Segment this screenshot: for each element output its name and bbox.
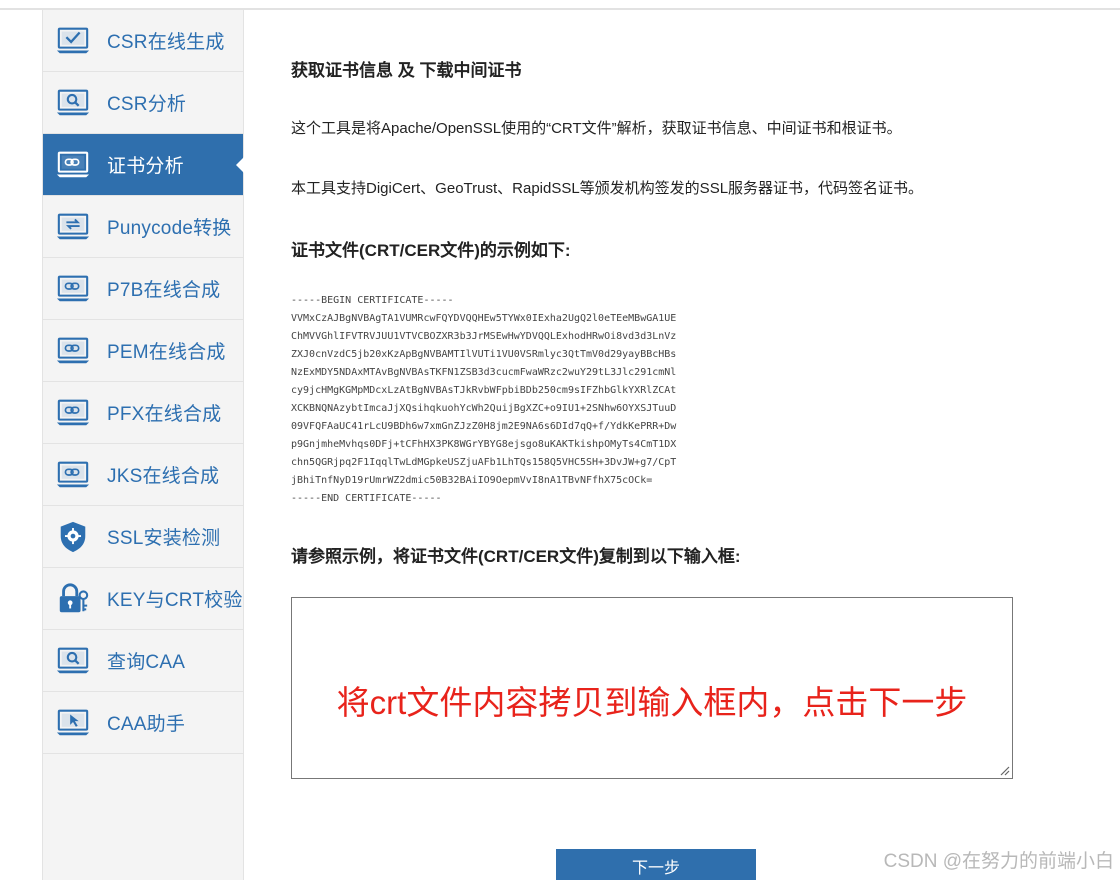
tool-description: 这个工具是将Apache/OpenSSL使用的“CRT文件”解析，获取证书信息、…: [291, 120, 902, 137]
sidebar-item-label: P7B在线合成: [107, 280, 221, 301]
instruction-heading: 请参照示例，将证书文件(CRT/CER文件)复制到以下输入框:: [291, 547, 741, 566]
monitor-link-icon: [55, 147, 91, 183]
sidebar-item-key-crt-9[interactable]: KEY与CRT校验: [43, 568, 243, 630]
sidebar-item-item-2[interactable]: 证书分析: [43, 134, 244, 196]
monitor-search-icon: [55, 643, 91, 679]
sidebar-item-ssl-8[interactable]: SSL安装检测: [43, 506, 243, 568]
sidebar-item-label: JKS在线合成: [107, 466, 220, 487]
sidebar-item-punycode-3[interactable]: Punycode转换: [43, 196, 243, 258]
monitor-link-icon: [55, 271, 91, 307]
sidebar-item-label: 证书分析: [107, 156, 184, 177]
sidebar-item-label: CAA助手: [107, 714, 186, 735]
sidebar-nav: CSR在线生成 CSR分析证书分析 Punycode转换 P7B在线合成 PEM在线合成…: [42, 10, 244, 880]
watermark: CSDN @在努力的前端小白: [883, 851, 1114, 872]
sidebar-item-caa-11[interactable]: CAA助手: [43, 692, 243, 754]
monitor-link-icon: [55, 457, 91, 493]
sidebar-item-csr-0[interactable]: CSR在线生成: [43, 10, 243, 72]
monitor-check-icon: [55, 23, 91, 59]
sidebar-item-caa-10[interactable]: 查询CAA: [43, 630, 243, 692]
lock-key-icon: [55, 581, 91, 617]
certificate-example: -----BEGIN CERTIFICATE----- VVMxCzAJBgNV…: [291, 295, 677, 504]
sidebar-item-label: CSR在线生成: [107, 32, 225, 53]
sidebar-item-p7b-4[interactable]: P7B在线合成: [43, 258, 243, 320]
monitor-pointer-icon: [55, 705, 91, 741]
sidebar-item-pem-5[interactable]: PEM在线合成: [43, 320, 243, 382]
resize-handle-icon[interactable]: [998, 764, 1010, 776]
sidebar-item-pfx-6[interactable]: PFX在线合成: [43, 382, 243, 444]
sidebar-item-label: 查询CAA: [107, 652, 186, 673]
sidebar-item-jks-7[interactable]: JKS在线合成: [43, 444, 243, 506]
monitor-link-icon: [55, 395, 91, 431]
sidebar-item-label: SSL安装检测: [107, 528, 221, 549]
sidebar-item-label: PFX在线合成: [107, 404, 222, 425]
sidebar-item-label: PEM在线合成: [107, 342, 226, 363]
example-heading: 证书文件(CRT/CER文件)的示例如下:: [291, 241, 571, 260]
next-step-button[interactable]: 下一步: [556, 849, 756, 880]
sidebar-item-label: Punycode转换: [107, 218, 232, 239]
monitor-link-icon: [55, 333, 91, 369]
tool-support-description: 本工具支持DigiCert、GeoTrust、RapidSSL等颁发机构签发的S…: [291, 180, 924, 197]
sidebar-item-label: KEY与CRT校验: [107, 590, 243, 611]
sidebar-item-label: CSR分析: [107, 94, 187, 115]
certificate-input[interactable]: [291, 597, 1013, 779]
shield-gear-icon: [55, 519, 91, 555]
monitor-convert-icon: [55, 209, 91, 245]
monitor-search-icon: [55, 85, 91, 121]
sidebar-item-csr-1[interactable]: CSR分析: [43, 72, 243, 134]
page-title: 获取证书信息 及 下载中间证书: [291, 61, 522, 80]
